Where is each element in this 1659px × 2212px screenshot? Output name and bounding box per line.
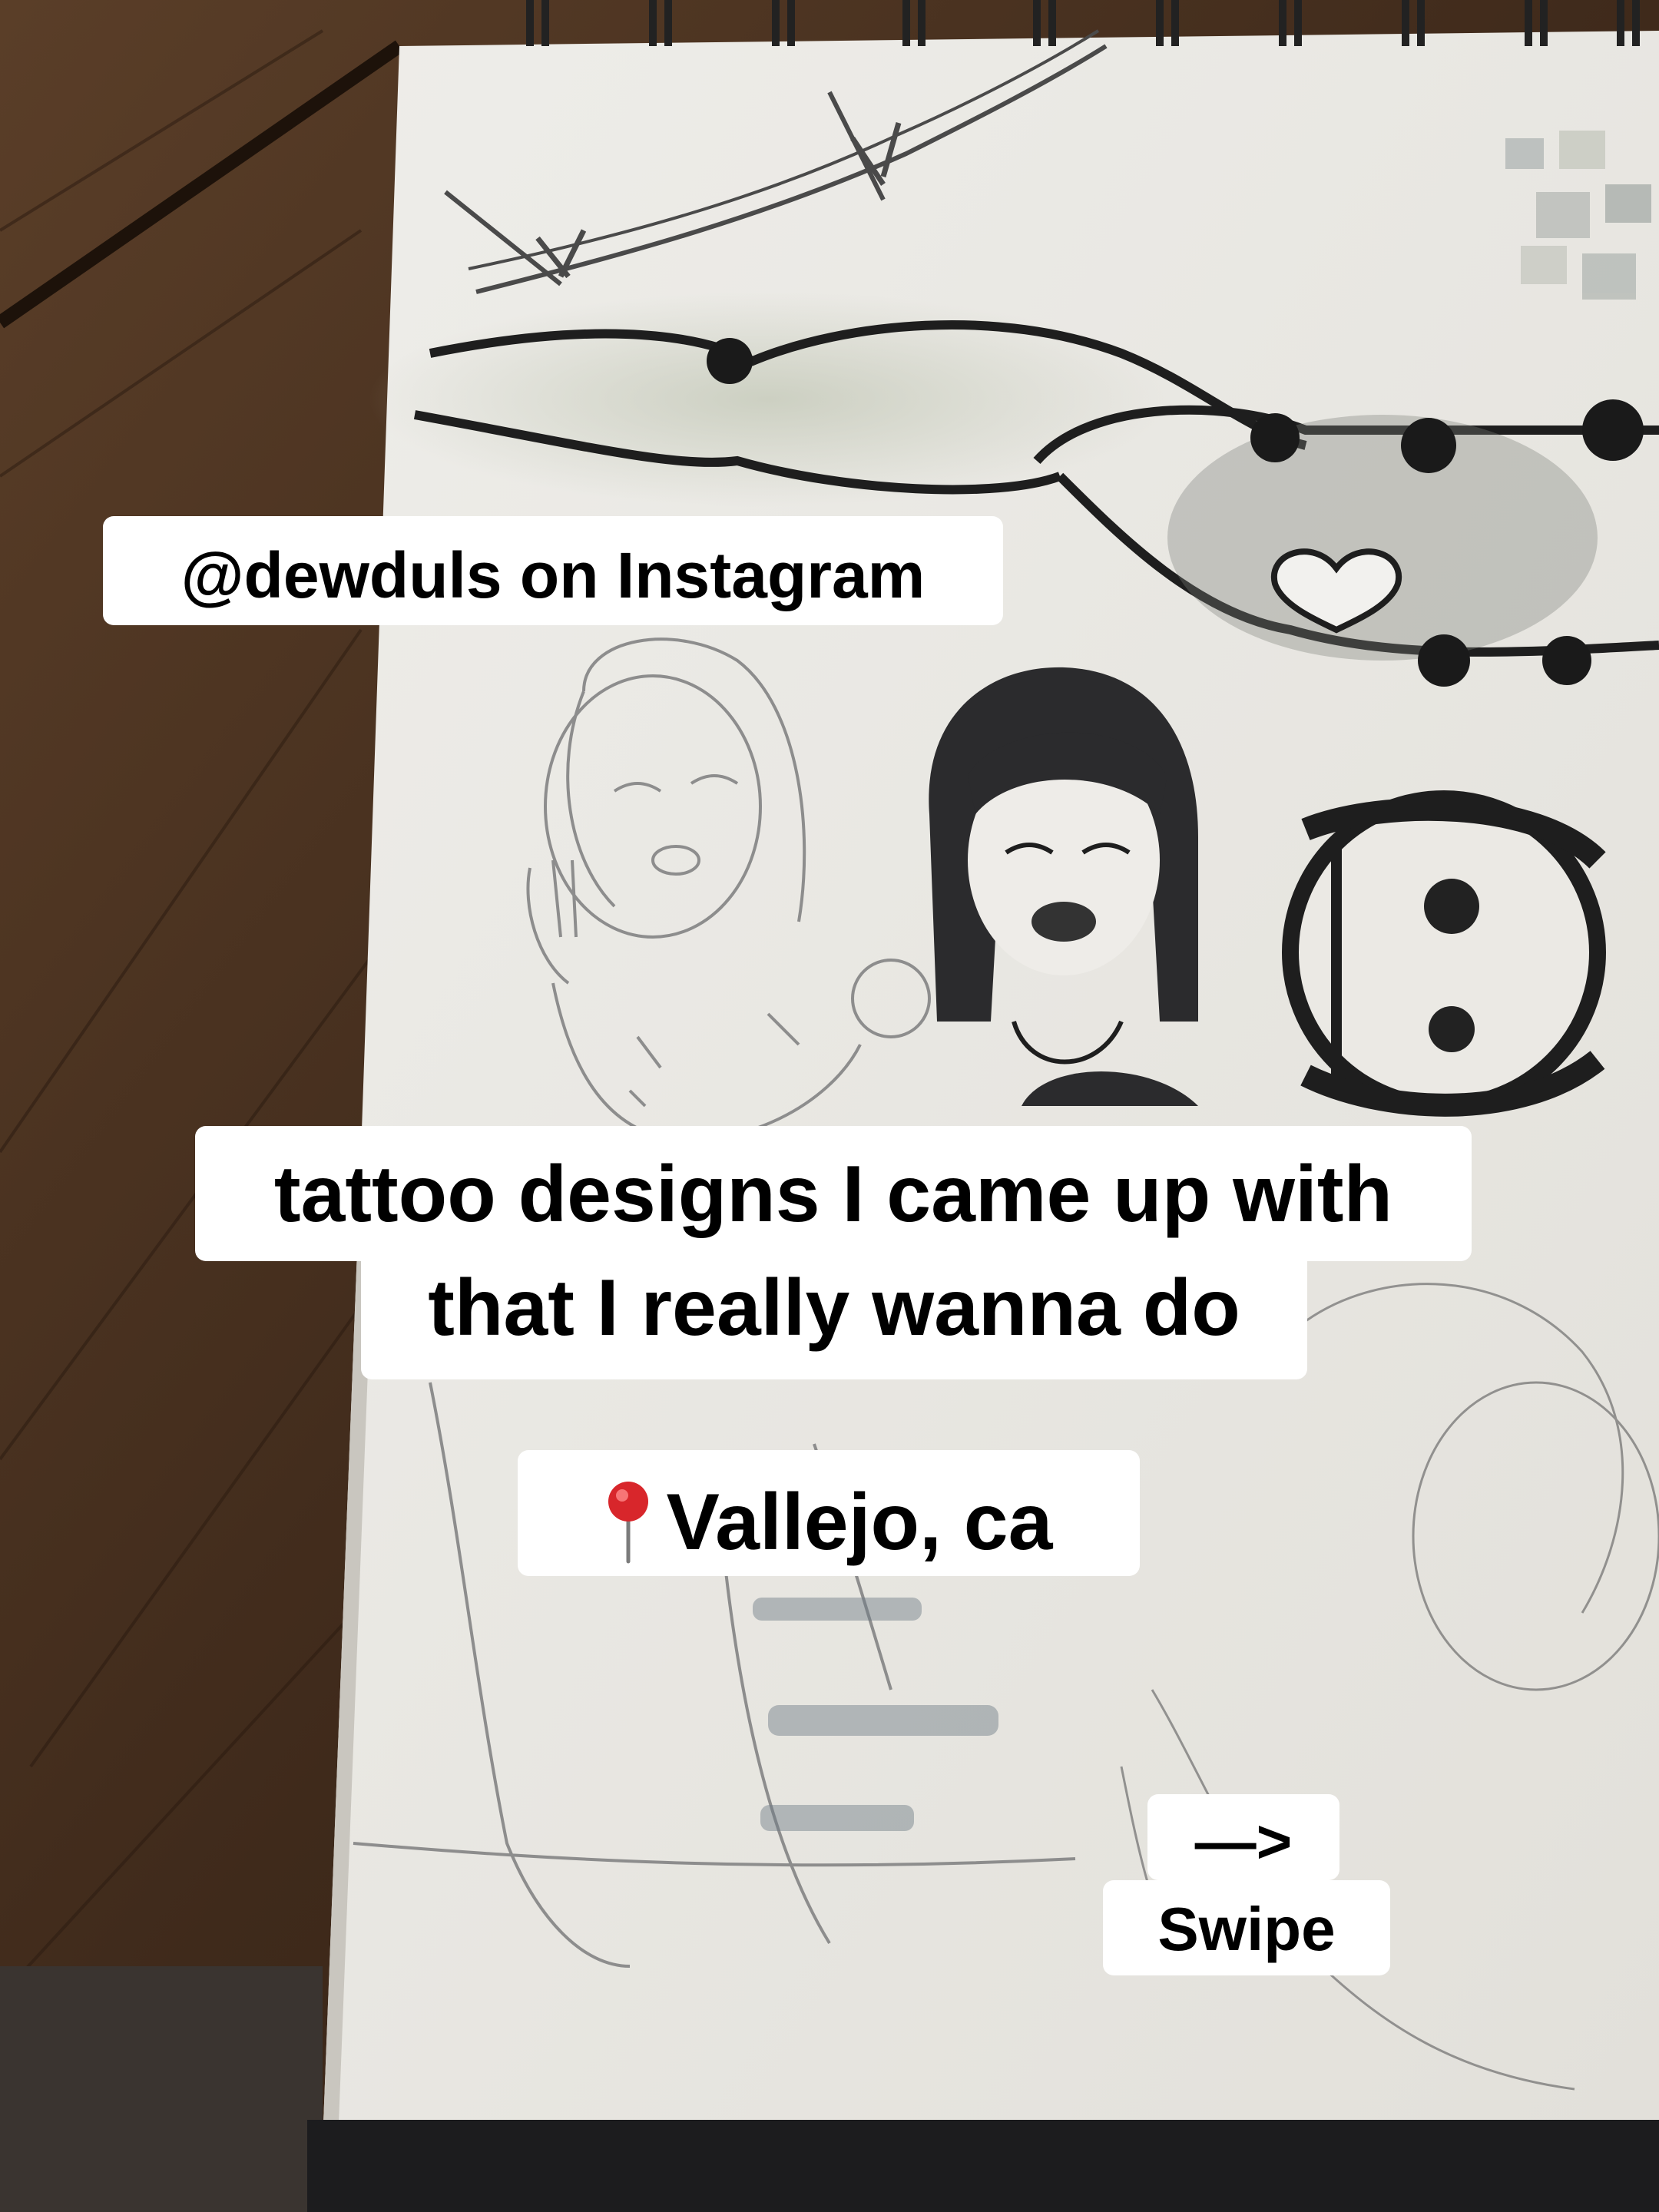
instagram-handle-text: @dewduls on Instagram xyxy=(180,539,926,611)
swipe-arrow-caption: —> xyxy=(1147,1794,1339,1880)
swipe-label-text: Swipe xyxy=(1157,1895,1336,1963)
inked-helmet-figure xyxy=(1282,790,1606,1117)
round-pushpin-icon xyxy=(605,1480,651,1565)
instagram-handle-caption: @dewduls on Instagram xyxy=(103,516,1003,625)
sketchbook-illustration xyxy=(0,0,1659,2212)
sketchbook-photo xyxy=(0,0,1659,2212)
title-line-2: that I really wanna do xyxy=(361,1241,1307,1379)
book-spine-bottom xyxy=(307,2120,1659,2212)
inked-figure-shading xyxy=(1167,415,1598,661)
location-text: Vallejo, ca xyxy=(666,1477,1053,1567)
location-caption: Vallejo, ca xyxy=(518,1450,1140,1576)
swipe-label-caption: Swipe xyxy=(1103,1880,1390,1975)
swipe-arrow-text: —> xyxy=(1194,1807,1293,1876)
floor-corner xyxy=(0,1966,323,2212)
